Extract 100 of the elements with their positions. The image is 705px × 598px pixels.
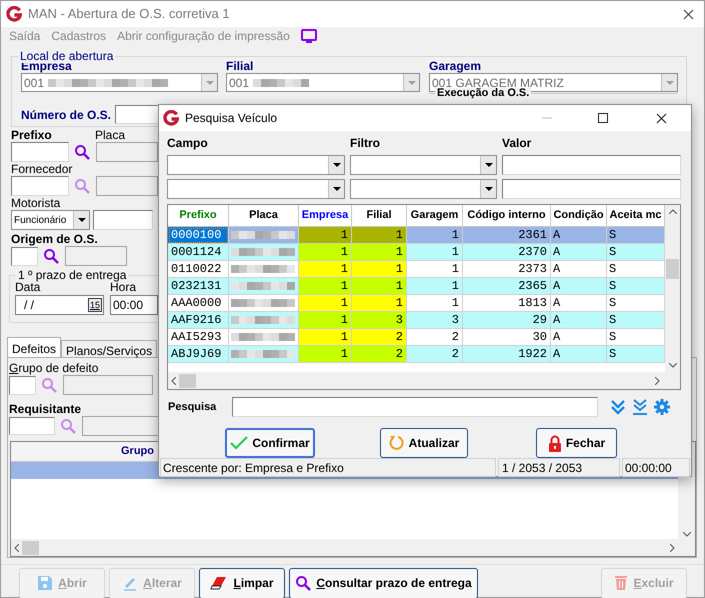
scroll-right-icon[interactable] (670, 544, 675, 552)
date-field[interactable]: / / 15 (15, 295, 104, 315)
edit-button: Alterar (109, 568, 195, 598)
blurred-text (231, 296, 295, 310)
input-field[interactable] (9, 417, 55, 435)
dropdown[interactable] (350, 155, 497, 175)
horizontal-scrollbar[interactable] (11, 539, 695, 556)
column-header[interactable]: Grupo (11, 442, 159, 461)
column-header[interactable]: Empresa (299, 205, 352, 227)
dropdown[interactable] (167, 179, 345, 199)
table-cell[interactable]: 0232131 (168, 278, 229, 295)
table-cell: A (551, 278, 607, 295)
table-cell: 3 (407, 312, 463, 329)
table-cell: 1 (299, 295, 352, 312)
input-field[interactable] (65, 246, 127, 266)
column-header[interactable]: Placa (229, 205, 299, 227)
column-header[interactable]: Filial (352, 205, 407, 227)
input-field[interactable] (232, 397, 598, 417)
input-field[interactable] (11, 176, 69, 196)
time-field[interactable]: 00:00 (110, 295, 158, 315)
blurred-text (231, 245, 295, 259)
input-field[interactable] (11, 246, 38, 266)
input-field[interactable] (502, 155, 681, 175)
clear-button[interactable]: Limpar (199, 568, 285, 598)
maximize-icon[interactable] (598, 113, 608, 123)
tab[interactable]: Planos/Serviços (61, 340, 158, 357)
consult-button[interactable]: Consultar prazo de entrega (289, 568, 478, 598)
input-field[interactable] (9, 376, 36, 394)
scroll-thumb[interactable] (666, 258, 679, 278)
table-cell[interactable]: 0000100 (168, 227, 229, 244)
table-cell: 1 (407, 227, 463, 244)
close-icon[interactable] (683, 8, 694, 20)
search-icon[interactable] (74, 144, 90, 160)
lock-icon (548, 434, 562, 452)
calendar-button[interactable]: 15 (88, 298, 102, 312)
dropdown[interactable] (350, 179, 497, 199)
field-label: Fornecedor (11, 163, 72, 176)
table-cell: 1 (407, 244, 463, 261)
eraser-icon (210, 575, 228, 591)
scroll-left-icon[interactable] (171, 376, 176, 384)
input-field[interactable] (502, 179, 681, 199)
tab[interactable]: Defeitos (7, 337, 62, 357)
column-header[interactable]: Prefixo (168, 205, 229, 227)
window-title: MAN - Abertura de O.S. corretiva 1 (28, 5, 230, 24)
field-label: Valor (502, 136, 532, 151)
status-text: Crescente por: Empresa e Prefixo (160, 458, 496, 477)
table-cell: 1 (407, 261, 463, 278)
input-field[interactable] (11, 142, 69, 162)
input-field[interactable] (93, 210, 153, 230)
field-label: Grupo de defeito (9, 362, 98, 375)
scroll-up-icon[interactable] (668, 209, 676, 214)
table-cell: S (607, 329, 665, 346)
table-cell: A (551, 227, 607, 244)
table-cell: 2373 (463, 261, 551, 278)
scroll-left-icon[interactable] (14, 544, 19, 552)
table-cell[interactable]: AAA0000 (168, 295, 229, 312)
table-cell[interactable]: AAF9216 (168, 312, 229, 329)
search-icon[interactable] (295, 575, 312, 591)
column-header[interactable]: Aceita mc (607, 205, 665, 227)
table-cell: A (551, 295, 607, 312)
blurred-text (231, 347, 295, 361)
column-header[interactable]: Condição (551, 205, 607, 227)
dropdown[interactable] (167, 155, 345, 175)
scroll-right-icon[interactable] (655, 376, 660, 384)
refresh-button[interactable]: Atualizar (380, 428, 468, 458)
double-chevron-down-icon[interactable] (610, 399, 626, 415)
table-cell: 1 (352, 278, 407, 295)
scroll-down-icon[interactable] (682, 532, 690, 537)
input-field[interactable] (96, 142, 158, 162)
close-icon[interactable] (656, 112, 667, 124)
input-field[interactable] (63, 375, 153, 395)
table-cell: 1 (407, 278, 463, 295)
scroll-thumb[interactable] (22, 540, 39, 554)
horizontal-scrollbar[interactable] (168, 372, 680, 389)
input-field[interactable] (96, 176, 158, 196)
table-cell[interactable]: ABJ9J69 (168, 346, 229, 363)
confirm-button[interactable]: Confirmar (225, 428, 315, 458)
column-header[interactable]: Garagem (407, 205, 463, 227)
search-icon[interactable] (43, 248, 59, 264)
vertical-scrollbar[interactable] (665, 205, 680, 372)
table-cell: 30 (463, 329, 551, 346)
monitor-icon[interactable] (300, 29, 317, 43)
close-button[interactable]: Fechar (536, 428, 617, 458)
logo-icon (163, 110, 179, 126)
table-cell: 1813 (463, 295, 551, 312)
table-cell[interactable]: 0110022 (168, 261, 229, 278)
table-cell: 1 (299, 278, 352, 295)
scroll-down-icon[interactable] (668, 363, 676, 368)
chevron-down-to-line-icon[interactable] (632, 399, 648, 415)
dialog-title: Pesquisa Veículo (185, 110, 278, 127)
column-header[interactable]: Código interno (463, 205, 551, 227)
table-cell: A (551, 244, 607, 261)
settings-icon[interactable] (654, 399, 670, 415)
table-cell: 2 (352, 329, 407, 346)
dropdown[interactable]: Funcionário (11, 210, 90, 230)
table-cell: 1 (299, 312, 352, 329)
table-cell[interactable]: 0001124 (168, 244, 229, 261)
table-cell[interactable]: AAI5293 (168, 329, 229, 346)
scroll-thumb[interactable] (179, 374, 196, 388)
table-cell: S (607, 346, 665, 363)
